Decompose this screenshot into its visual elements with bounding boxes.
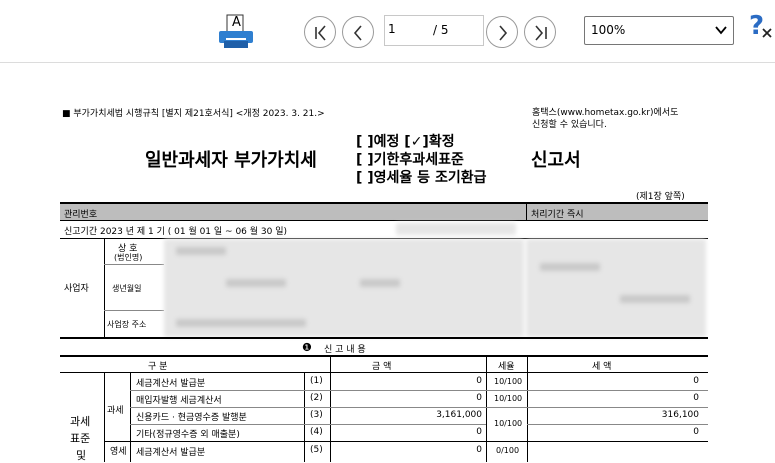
zoom-select[interactable]: 100% xyxy=(584,16,734,45)
redacted-block xyxy=(176,319,306,327)
row-number: (3) xyxy=(310,410,323,420)
business-owner-label: 사업자 xyxy=(64,284,89,294)
corporate-name-label: (법인명) xyxy=(114,253,143,262)
row-number: (2) xyxy=(310,393,323,403)
section-number: ❶ xyxy=(302,341,312,354)
divider xyxy=(60,337,708,339)
divider xyxy=(104,441,708,442)
last-page-button[interactable] xyxy=(524,16,556,48)
row-label: 세금계산서 발급분 xyxy=(136,379,206,389)
close-icon xyxy=(760,26,774,40)
tax-base-label-2: 표준 xyxy=(70,432,91,445)
column-rate: 세율 xyxy=(498,362,515,372)
print-button[interactable]: A xyxy=(216,13,256,51)
redacted-block xyxy=(226,279,286,287)
redacted-block xyxy=(360,279,400,287)
page-total: / 5 xyxy=(433,23,449,37)
row-number: (4) xyxy=(310,427,323,437)
business-address-label: 사업장 주소 xyxy=(107,320,147,329)
divider xyxy=(330,357,331,462)
law-reference: ■ 부가가치세법 시행규칙 [별지 제21호서식] <개정 2023. 3. 2… xyxy=(62,109,325,119)
row-rate: 10/100 xyxy=(494,419,523,428)
row-amount: 0 xyxy=(476,393,482,403)
chevron-right-icon xyxy=(499,25,508,41)
page-indicator: / 5 xyxy=(384,15,484,46)
first-page-icon xyxy=(315,25,326,41)
zoom-value: 100% xyxy=(591,23,626,37)
redacted-block xyxy=(540,263,600,271)
viewer-toolbar: A / 5 100% ? xyxy=(0,0,775,63)
row-rate: 10/100 xyxy=(494,377,523,386)
row-number: (5) xyxy=(310,445,323,455)
divider xyxy=(104,264,164,265)
next-page-button[interactable] xyxy=(486,16,518,48)
divider xyxy=(104,310,164,311)
chevron-left-icon xyxy=(353,25,362,41)
document-page: ■ 부가가치세법 시행규칙 [별지 제21호서식] <개정 2023. 3. 2… xyxy=(0,63,775,462)
row-label: 세금계산서 발급분 xyxy=(136,448,206,458)
divider xyxy=(527,357,528,462)
divider xyxy=(486,357,487,462)
divider xyxy=(104,238,105,338)
chevron-down-icon xyxy=(715,26,727,35)
divider xyxy=(130,372,131,462)
row-amount: 0 xyxy=(476,427,482,437)
redacted-block xyxy=(396,223,516,235)
row-rate: 0/100 xyxy=(496,446,520,455)
row-number: (1) xyxy=(310,376,323,386)
row-tax: 316,100 xyxy=(661,410,699,420)
divider xyxy=(527,424,708,425)
tax-base-label-1: 과세 xyxy=(70,415,91,428)
print-glyph: A xyxy=(232,15,241,30)
divider xyxy=(60,355,708,357)
management-row xyxy=(60,204,708,220)
divider xyxy=(130,424,486,425)
taxable-sub-label: 과세 xyxy=(107,406,124,416)
divider xyxy=(104,372,105,462)
row-label: 기타(정규영수증 외 매출분) xyxy=(136,430,240,440)
column-category: 구 분 xyxy=(148,362,168,372)
hometax-note-line2: 신청할 수 있습니다. xyxy=(532,120,607,130)
last-page-icon xyxy=(535,25,547,41)
row-amount: 3,161,000 xyxy=(436,410,482,420)
tax-base-label-3: 및 xyxy=(76,449,87,462)
divider xyxy=(60,372,708,373)
column-tax: 세 액 xyxy=(592,362,612,372)
divider xyxy=(130,390,708,391)
row-tax: 0 xyxy=(693,393,699,403)
column-amount: 금 액 xyxy=(372,362,392,372)
divider xyxy=(60,220,708,221)
redacted-block xyxy=(176,247,226,255)
divider xyxy=(526,204,527,220)
zero-rate-sub-label: 영세 xyxy=(110,447,127,457)
option-late-filing: [ ]기한후과세표준 xyxy=(356,152,464,168)
divider xyxy=(304,372,305,462)
page-number-input[interactable] xyxy=(388,22,428,36)
redacted-block xyxy=(620,295,690,303)
row-tax: 0 xyxy=(693,427,699,437)
row-rate: 10/100 xyxy=(494,394,523,403)
option-early-refund: [ ]영세율 등 조기환급 xyxy=(356,170,487,186)
first-page-button[interactable] xyxy=(304,16,336,48)
prev-page-button[interactable] xyxy=(342,16,374,48)
management-number-label: 관리번호 xyxy=(64,210,98,220)
filing-period: 신고기간 2023 년 제 1 기 ( 01 월 01 일 ~ 06 월 30 … xyxy=(64,227,287,237)
row-amount: 0 xyxy=(476,445,482,455)
page-note: (제1장 앞쪽) xyxy=(636,192,685,202)
row-label: 신용카드 · 현금영수증 발행분 xyxy=(136,413,247,423)
option-preliminary-final: [ ]예정 [✓]확정 xyxy=(356,134,455,150)
row-amount: 0 xyxy=(476,376,482,386)
redacted-info xyxy=(526,239,706,337)
form-title-right: 신고서 xyxy=(531,150,581,171)
processing-period: 처리기간 즉시 xyxy=(531,210,584,220)
form-title-left: 일반과세자 부가가치세 xyxy=(145,150,317,171)
birth-date-label: 생년월일 xyxy=(112,284,142,293)
help-button[interactable]: ? xyxy=(746,12,775,52)
section-title: 신 고 내 용 xyxy=(324,345,366,355)
divider xyxy=(130,407,708,408)
row-tax: 0 xyxy=(693,376,699,386)
row-label: 매입자발행 세금계산서 xyxy=(136,396,222,406)
